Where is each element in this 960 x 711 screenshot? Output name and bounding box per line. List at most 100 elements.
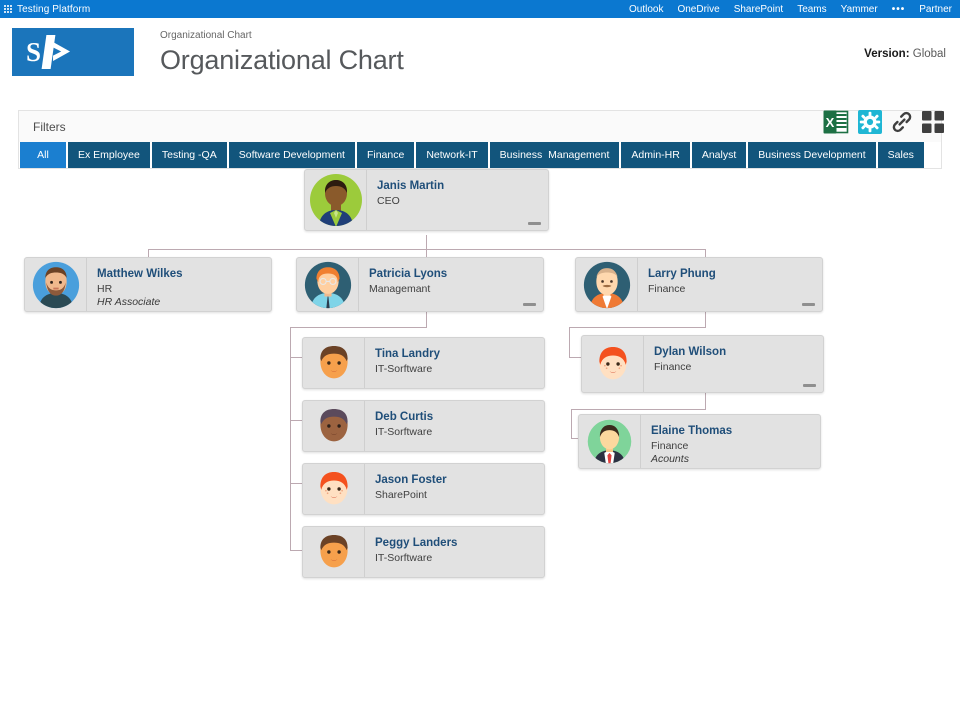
connector <box>569 357 581 358</box>
filter-tab-admin-hr[interactable]: Admin-HR <box>621 142 689 168</box>
connector <box>290 483 302 484</box>
app-launcher-icon[interactable] <box>4 5 13 14</box>
suite-link-outlook[interactable]: Outlook <box>629 4 663 15</box>
filter-tab-analyst[interactable]: Analyst <box>692 142 746 168</box>
connector <box>705 393 706 409</box>
connector <box>290 327 291 550</box>
person-name: Tina Landry <box>375 347 536 361</box>
avatar <box>303 401 365 451</box>
org-node-larry-phung[interactable]: Larry Phung Finance <box>575 257 823 312</box>
collapse-button[interactable] <box>523 303 536 306</box>
node-info: Dylan Wilson Finance <box>644 336 823 392</box>
avatar-ceo-green-icon <box>309 173 363 227</box>
collapse-button[interactable] <box>528 222 541 225</box>
collapse-button[interactable] <box>802 303 815 306</box>
avatar-brownhair-plain-icon <box>311 529 357 575</box>
org-node-deb-curtis[interactable]: Deb Curtis IT-Sorftware <box>302 400 545 452</box>
org-node-tina-landry[interactable]: Tina Landry IT-Sorftware <box>302 337 545 389</box>
connector <box>426 235 427 249</box>
connector <box>705 311 706 327</box>
org-node-peggy-landers[interactable]: Peggy Landers IT-Sorftware <box>302 526 545 578</box>
org-node-elaine-thomas[interactable]: Elaine Thomas Finance Acounts <box>578 414 821 469</box>
svg-text:X: X <box>826 115 835 130</box>
filter-tab-software-development[interactable]: Software Development <box>229 142 355 168</box>
logo-flag-icon <box>44 35 70 69</box>
connector <box>290 357 302 358</box>
node-info: Jason Foster SharePoint <box>365 464 544 514</box>
person-role: Managemant <box>369 283 535 296</box>
sharepoint-logo-icon[interactable]: S <box>12 28 134 76</box>
filter-tab-business-development[interactable]: Business Development <box>748 142 875 168</box>
person-role: IT-Sorftware <box>375 426 536 439</box>
avatar <box>303 527 365 577</box>
suite-title[interactable]: Testing Platform <box>17 4 90 15</box>
org-node-patricia-lyons[interactable]: Patricia Lyons Managemant <box>296 257 544 312</box>
person-name: Dylan Wilson <box>654 345 815 359</box>
site-header: S Organizational Chart Organizational Ch… <box>0 18 960 96</box>
collapse-button[interactable] <box>803 384 816 387</box>
logo-letter: S <box>26 39 41 66</box>
avatar-mustache-teal-icon <box>583 261 631 309</box>
person-name: Janis Martin <box>377 179 540 193</box>
connector <box>148 249 149 257</box>
node-info: Matthew Wilkes HR HR Associate <box>87 258 271 311</box>
person-role: IT-Sorftware <box>375 363 536 376</box>
avatar <box>305 170 367 230</box>
person-subrole: HR Associate <box>97 296 263 309</box>
person-role: IT-Sorftware <box>375 552 536 565</box>
suite-bar-left: Testing Platform <box>4 4 90 15</box>
excel-export-icon[interactable]: X <box>823 110 849 134</box>
breadcrumb[interactable]: Organizational Chart <box>160 30 404 42</box>
filter-tabs: All Ex Employee Testing -QA Software Dev… <box>19 142 941 168</box>
connector <box>569 327 570 357</box>
org-node-matthew-wilkes[interactable]: Matthew Wilkes HR HR Associate <box>24 257 272 312</box>
version-label: Version: <box>864 48 909 60</box>
connector <box>571 409 572 438</box>
avatar-bearded-blue-icon <box>32 261 80 309</box>
avatar-redhair-plain-icon <box>590 341 636 387</box>
filter-tab-sales[interactable]: Sales <box>878 142 924 168</box>
suite-link-sharepoint[interactable]: SharePoint <box>734 4 783 15</box>
org-node-janis-martin[interactable]: Janis Martin CEO <box>304 169 549 231</box>
suite-link-partner[interactable]: Partner <box>919 4 952 15</box>
person-subrole: Acounts <box>651 453 812 466</box>
person-role: CEO <box>377 195 540 208</box>
suite-link-more[interactable]: ••• <box>892 4 906 15</box>
settings-gear-icon[interactable] <box>858 110 882 134</box>
org-node-jason-foster[interactable]: Jason Foster SharePoint <box>302 463 545 515</box>
node-info: Elaine Thomas Finance Acounts <box>641 415 820 468</box>
avatar-redhair-plain-icon <box>311 466 357 512</box>
connector <box>426 311 427 327</box>
filter-tab-ex-employee[interactable]: Ex Employee <box>68 142 150 168</box>
node-info: Tina Landry IT-Sorftware <box>365 338 544 388</box>
filter-tab-testing-qa[interactable]: Testing -QA <box>152 142 227 168</box>
avatar <box>25 258 87 311</box>
version-indicator: Version: Global <box>864 48 946 60</box>
org-node-dylan-wilson[interactable]: Dylan Wilson Finance <box>581 335 824 393</box>
avatar-darkskin-plain-icon <box>311 403 357 449</box>
filter-tab-business-management[interactable]: Business Management <box>490 142 620 168</box>
avatar <box>582 336 644 392</box>
connector <box>705 249 706 257</box>
avatar <box>297 258 359 311</box>
avatar <box>576 258 638 311</box>
avatar <box>303 338 365 388</box>
connector <box>571 409 706 410</box>
person-name: Elaine Thomas <box>651 424 812 438</box>
person-name: Deb Curtis <box>375 410 536 424</box>
suite-link-teams[interactable]: Teams <box>797 4 826 15</box>
filter-tab-all[interactable]: All <box>20 142 66 168</box>
filter-tab-network-it[interactable]: Network-IT <box>416 142 487 168</box>
filters-panel: Filters All Ex Employee Testing -QA Soft… <box>18 110 942 169</box>
connector <box>290 327 427 328</box>
connector <box>426 249 427 257</box>
link-icon[interactable] <box>891 111 913 133</box>
connector <box>569 327 706 328</box>
filter-tab-finance[interactable]: Finance <box>357 142 414 168</box>
person-role: Finance <box>648 283 814 296</box>
grid-view-icon[interactable] <box>922 111 944 133</box>
title-block: Organizational Chart Organizational Char… <box>160 28 404 76</box>
suite-link-onedrive[interactable]: OneDrive <box>677 4 719 15</box>
avatar-suit-green-icon <box>586 418 633 465</box>
suite-link-yammer[interactable]: Yammer <box>841 4 878 15</box>
